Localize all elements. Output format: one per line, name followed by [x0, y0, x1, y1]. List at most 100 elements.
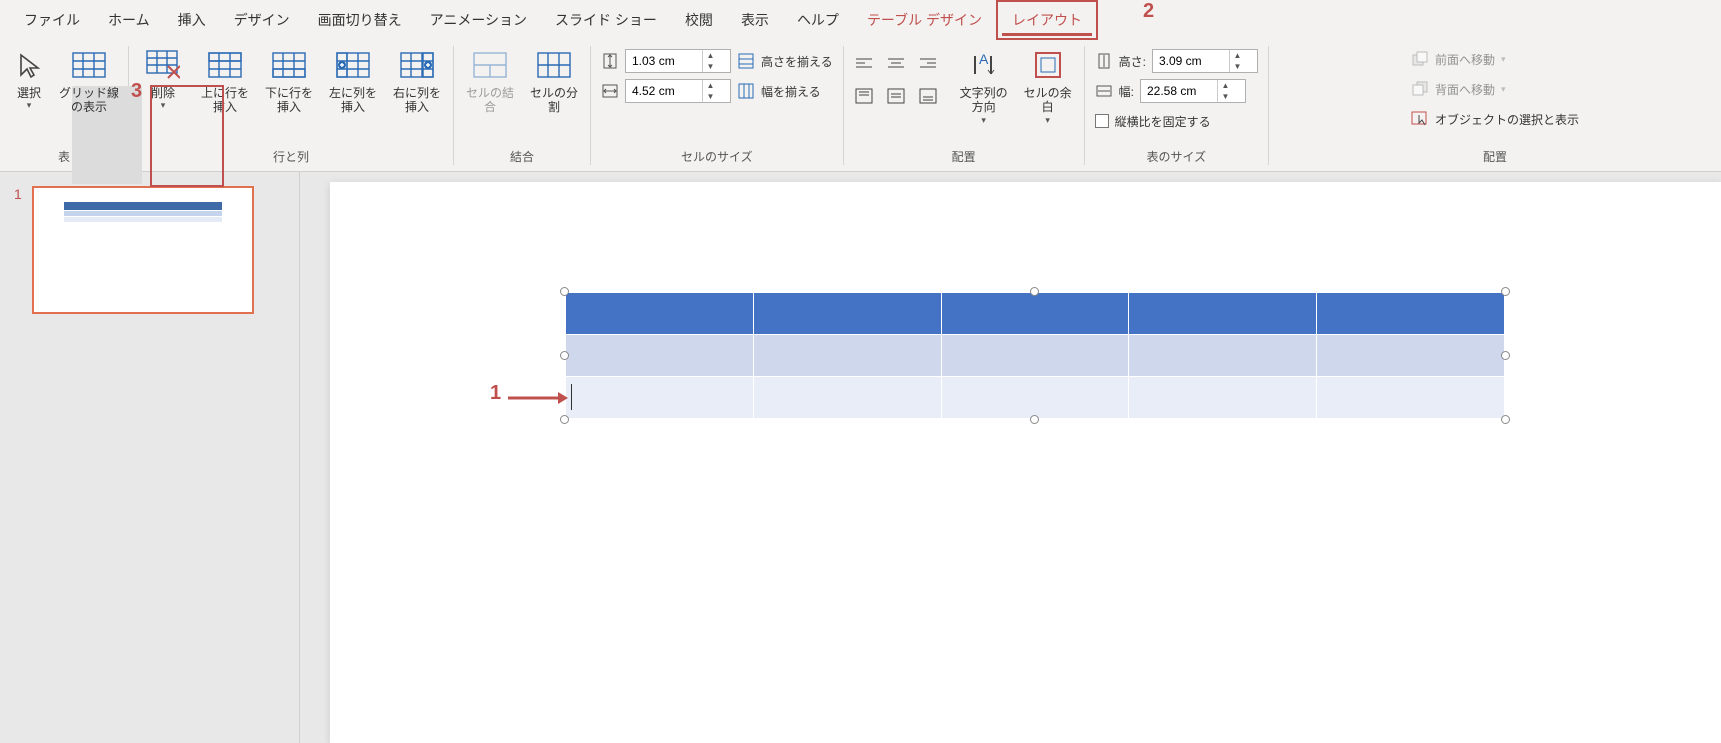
- cell-margins-button[interactable]: セルの余白 ▾: [1018, 42, 1078, 128]
- split-cells-button[interactable]: セルの分割: [524, 42, 584, 117]
- merge-cells-button: セルの結合: [460, 42, 520, 117]
- distribute-rows-icon: [737, 52, 755, 70]
- group-align: 配置: [850, 144, 1078, 171]
- send-backward-button: 背面へ移動 ▾: [1407, 76, 1583, 102]
- resize-handle[interactable]: [560, 415, 569, 424]
- spin-down[interactable]: ▼: [1230, 61, 1245, 72]
- annotation-arrow-1: [508, 390, 568, 406]
- align-middle-button[interactable]: [882, 82, 910, 110]
- grid-icon: [72, 52, 106, 78]
- insert-col-left-button[interactable]: 左に列を挿入: [323, 42, 383, 117]
- distribute-cols-button[interactable]: 幅を揃える: [761, 83, 821, 100]
- bring-forward-icon: [1411, 50, 1429, 68]
- group-merge: 結合: [460, 144, 584, 171]
- distribute-cols-icon: [737, 82, 755, 100]
- selection-pane-button[interactable]: オブジェクトの選択と表示: [1407, 106, 1583, 132]
- cell-margins-icon: [1033, 50, 1063, 80]
- tab-transition[interactable]: 画面切り替え: [304, 2, 416, 38]
- align-left-button[interactable]: [850, 50, 878, 78]
- resize-handle[interactable]: [560, 287, 569, 296]
- tab-tabledesign[interactable]: テーブル デザイン: [853, 2, 996, 38]
- resize-handle[interactable]: [560, 351, 569, 360]
- group-tablesize: 表のサイズ: [1091, 144, 1262, 171]
- resize-handle[interactable]: [1030, 287, 1039, 296]
- slide-thumbnails-pane[interactable]: 1: [0, 172, 300, 743]
- row-height-icon: [601, 52, 619, 70]
- gridlines-button[interactable]: グリッド線の表示: [56, 42, 122, 117]
- chevron-down-icon: ▾: [1045, 115, 1050, 126]
- table-height-input[interactable]: ▲▼: [1152, 49, 1258, 73]
- text-cursor: [571, 384, 572, 410]
- group-cellsize: セルのサイズ: [597, 144, 837, 171]
- table-width-input[interactable]: ▲▼: [1140, 79, 1246, 103]
- group-table: 表: [6, 144, 122, 171]
- thumbnail-number: 1: [14, 186, 22, 202]
- cursor-icon: [15, 51, 43, 79]
- chevron-down-icon: ▾: [27, 100, 32, 111]
- resize-handle[interactable]: [1030, 415, 1039, 424]
- annotation-3: 3: [131, 80, 142, 103]
- chevron-down-icon: ▾: [981, 115, 986, 126]
- spin-down[interactable]: ▼: [703, 61, 718, 72]
- slide-canvas[interactable]: 1: [330, 182, 1721, 743]
- merge-icon: [473, 52, 507, 78]
- tab-help[interactable]: ヘルプ: [783, 2, 853, 38]
- distribute-rows-button[interactable]: 高さを揃える: [761, 53, 833, 70]
- lock-aspect-checkbox[interactable]: [1095, 114, 1109, 128]
- split-icon: [537, 52, 571, 78]
- tab-review[interactable]: 校閲: [671, 2, 727, 38]
- insert-above-icon: [208, 52, 242, 78]
- resize-handle[interactable]: [1501, 351, 1510, 360]
- cell-height-input[interactable]: ▲▼: [625, 49, 731, 73]
- tab-slideshow[interactable]: スライド ショー: [541, 2, 671, 38]
- insert-col-right-button[interactable]: 右に列を挿入: [387, 42, 447, 117]
- selection-pane-icon: [1411, 110, 1429, 128]
- tab-file[interactable]: ファイル: [10, 2, 94, 38]
- tab-home[interactable]: ホーム: [94, 2, 164, 38]
- tab-animation[interactable]: アニメーション: [416, 2, 541, 38]
- col-width-icon: [601, 82, 619, 100]
- tab-insert[interactable]: 挿入: [164, 2, 220, 38]
- insert-row-below-button[interactable]: 下に行を挿入: [259, 42, 319, 117]
- resize-handle[interactable]: [1501, 287, 1510, 296]
- svg-text:A: A: [979, 51, 989, 67]
- tab-layout[interactable]: レイアウト: [996, 0, 1098, 40]
- insert-below-icon: [272, 52, 306, 78]
- chevron-down-icon: ▾: [1501, 54, 1506, 65]
- table-height-label: 高さ:: [1119, 53, 1146, 70]
- select-button[interactable]: 選択 ▾: [6, 42, 52, 113]
- spin-up[interactable]: ▲: [703, 80, 718, 91]
- cell-width-input[interactable]: ▲▼: [625, 79, 731, 103]
- slide-thumbnail-1[interactable]: [32, 186, 254, 314]
- table-width-icon: [1095, 82, 1113, 100]
- spin-down[interactable]: ▼: [1218, 91, 1233, 102]
- delete-table-icon: [146, 50, 180, 80]
- lock-aspect-label: 縦横比を固定する: [1115, 113, 1211, 130]
- insert-right-icon: [400, 52, 434, 78]
- slide-editor[interactable]: 1: [300, 172, 1721, 743]
- annotation-2: 2: [1143, 0, 1154, 23]
- align-center-button[interactable]: [882, 50, 910, 78]
- spin-down[interactable]: ▼: [703, 91, 718, 102]
- group-arrange: 配置: [1275, 144, 1715, 171]
- spin-up[interactable]: ▲: [703, 50, 718, 61]
- bring-forward-button: 前面へ移動 ▾: [1407, 46, 1583, 72]
- thumbnail-table-preview: [64, 202, 222, 222]
- tab-view[interactable]: 表示: [727, 2, 783, 38]
- table-width-label: 幅:: [1119, 83, 1134, 100]
- text-direction-button[interactable]: A 文字列の方向 ▾: [954, 42, 1014, 128]
- align-right-button[interactable]: [914, 50, 942, 78]
- spin-up[interactable]: ▲: [1230, 50, 1245, 61]
- align-top-button[interactable]: [850, 82, 878, 110]
- text-direction-icon: A: [969, 50, 999, 80]
- annotation-1: 1: [490, 382, 501, 405]
- resize-handle[interactable]: [1501, 415, 1510, 424]
- align-bottom-button[interactable]: [914, 82, 942, 110]
- spin-up[interactable]: ▲: [1218, 80, 1233, 91]
- text-align-grid: [850, 42, 942, 110]
- send-backward-icon: [1411, 80, 1429, 98]
- table-height-icon: [1095, 52, 1113, 70]
- tab-design[interactable]: デザイン: [220, 2, 304, 38]
- selected-table[interactable]: [565, 292, 1505, 419]
- insert-left-icon: [336, 52, 370, 78]
